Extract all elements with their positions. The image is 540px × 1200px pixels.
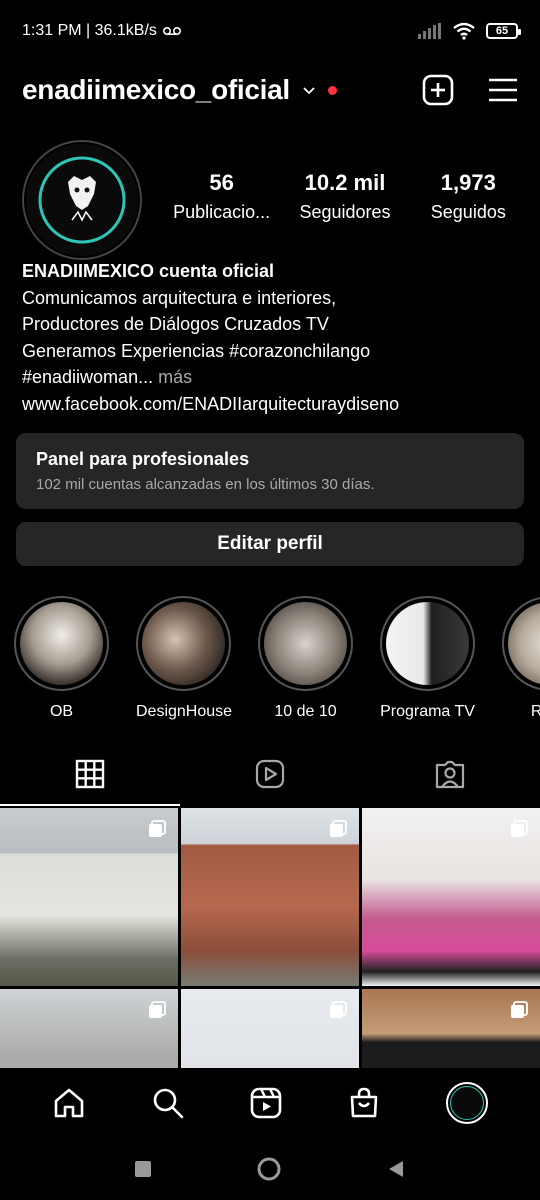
bio-line: Comunicamos arquitectura e interiores, [22, 287, 337, 308]
enadii-logo-icon [449, 1086, 484, 1120]
bio-more-link[interactable]: más [158, 367, 192, 387]
bottom-navigation [0, 1068, 540, 1138]
carousel-icon [149, 820, 166, 837]
stat-posts[interactable]: 56 Publicacio... [162, 170, 282, 223]
carousel-icon [330, 1001, 347, 1018]
profile-avatar[interactable] [22, 140, 142, 260]
tab-reels[interactable] [180, 742, 360, 806]
edit-profile-button[interactable]: Editar perfil [16, 522, 524, 566]
highlight-label: Programa TV [380, 703, 475, 720]
highlight-ring [14, 596, 109, 691]
post-thumbnail[interactable] [362, 989, 540, 1070]
battery-level: 65 [495, 25, 509, 37]
post-thumbnail[interactable] [362, 808, 540, 986]
bio-truncated-line: #enadiiwoman... más [22, 364, 522, 391]
panel-title: Panel para profesionales [36, 449, 250, 469]
stat-followers-label: Seguidores [299, 202, 391, 222]
bio-website-link[interactable]: www.facebook.com/ENADIIarquitecturaydise… [22, 391, 522, 418]
post-thumbnail[interactable] [0, 808, 178, 986]
account-switcher-username[interactable]: enadiimexico_oficial [22, 74, 290, 106]
highlight-label: Recu [530, 703, 540, 720]
status-right: 65 [418, 22, 521, 40]
highlight-label: OB [49, 703, 74, 720]
highlight-ring [136, 596, 231, 691]
status-time: 1:31 PM | 36.1kB/s [22, 22, 157, 39]
status-bar: 1:31 PM | 36.1kB/s 65 [0, 0, 540, 62]
carousel-icon [511, 1001, 528, 1018]
highlight-label: DesignHouse [136, 703, 233, 720]
stat-followers[interactable]: 10.2 mil Seguidores [285, 170, 405, 223]
carousel-icon [511, 820, 528, 837]
home-icon[interactable] [52, 1086, 86, 1120]
panel-subtitle: 102 mil cuentas alcanzadas en los último… [36, 476, 375, 493]
tab-posts-grid[interactable] [0, 742, 180, 806]
menu-icon[interactable] [488, 77, 518, 103]
post-thumbnail[interactable] [0, 989, 178, 1070]
highlight-item[interactable]: Programa TV [380, 596, 475, 726]
notification-dot [327, 85, 337, 95]
shop-icon[interactable] [347, 1086, 381, 1120]
profile-bio: ENADIIMEXICO cuenta oficial Comunicamos … [22, 258, 522, 417]
tab-tagged[interactable] [360, 742, 540, 806]
professional-dashboard[interactable]: Panel para profesionales 102 mil cuentas… [16, 433, 524, 509]
enadii-logo-icon [26, 144, 138, 256]
highlight-ring [502, 596, 540, 691]
post-thumbnail[interactable] [181, 989, 359, 1070]
bio-name: ENADIIMEXICO cuenta oficial [22, 261, 275, 281]
story-highlights: OB DesignHouse 10 de 10 Programa TV Recu [14, 596, 540, 726]
highlight-ring [380, 596, 475, 691]
bio-line: Productores de Diálogos Cruzados TV [22, 314, 329, 334]
highlight-item[interactable]: OB [14, 596, 109, 726]
highlight-cover [264, 602, 347, 685]
wifi-icon [453, 22, 475, 40]
stat-following-label: Seguidos [430, 202, 506, 222]
voicemail-icon [162, 27, 181, 35]
highlight-cover [386, 602, 469, 685]
reels-icon [255, 759, 285, 789]
stat-posts-label: Publicacio... [173, 202, 271, 222]
highlight-cover [508, 602, 540, 685]
profile-tabs [0, 742, 540, 806]
tagged-icon [435, 760, 465, 789]
battery-indicator: 65 [486, 23, 521, 39]
highlight-item[interactable]: Recu [502, 596, 540, 726]
highlight-item[interactable]: 10 de 10 [258, 596, 353, 726]
create-post-icon[interactable] [422, 74, 454, 106]
reels-icon[interactable] [249, 1086, 283, 1120]
posts-grid [0, 808, 540, 1070]
post-thumbnail[interactable] [181, 808, 359, 986]
back-icon[interactable] [386, 1159, 406, 1179]
highlight-label: 10 de 10 [274, 703, 337, 720]
chevron-down-icon[interactable] [302, 83, 316, 97]
signal-icon [418, 23, 441, 39]
carousel-icon [149, 1001, 166, 1018]
search-icon[interactable] [151, 1086, 185, 1120]
bio-line: Generamos Experiencias #corazonchilango [22, 340, 371, 361]
home-button-icon[interactable] [256, 1156, 282, 1182]
header-actions [422, 74, 518, 106]
status-left: 1:31 PM | 36.1kB/s [22, 22, 181, 40]
grid-icon [75, 759, 105, 789]
recents-icon[interactable] [134, 1160, 152, 1178]
profile-stats: 56 Publicacio... 10.2 mil Seguidores 1,9… [160, 170, 530, 223]
stat-posts-number: 56 [209, 170, 234, 195]
bio-hashtag[interactable]: #enadiiwoman... [22, 367, 153, 387]
profile-header: enadiimexico_oficial [0, 62, 540, 118]
highlight-cover [142, 602, 225, 685]
stat-following[interactable]: 1,973 Seguidos [408, 170, 528, 223]
highlight-ring [258, 596, 353, 691]
system-navigation-bar [0, 1138, 540, 1200]
highlight-cover [20, 602, 103, 685]
highlight-item[interactable]: DesignHouse [136, 596, 233, 726]
carousel-icon [330, 820, 347, 837]
stat-followers-number: 10.2 mil [304, 170, 386, 195]
stat-following-number: 1,973 [440, 170, 496, 195]
profile-avatar[interactable] [445, 1082, 488, 1124]
